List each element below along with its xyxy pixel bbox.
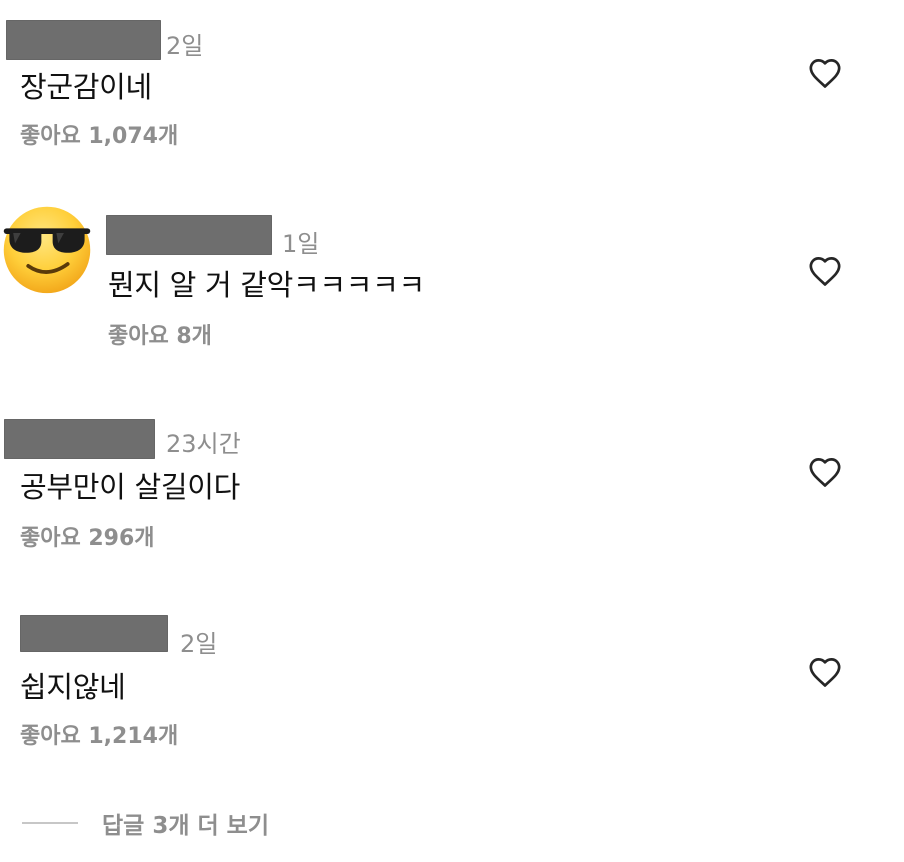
comment-like-count[interactable]: 좋아요 1,074개 bbox=[20, 118, 178, 150]
comment-like-count[interactable]: 좋아요 8개 bbox=[108, 318, 212, 350]
heart-icon[interactable] bbox=[808, 456, 842, 488]
view-more-replies-button[interactable]: 답글 3개 더 보기 bbox=[102, 806, 269, 840]
heart-icon[interactable] bbox=[808, 656, 842, 688]
redacted-username bbox=[4, 419, 155, 459]
sunglasses-emoji-avatar[interactable] bbox=[0, 200, 94, 298]
redacted-username bbox=[20, 615, 168, 652]
comment-like-count[interactable]: 좋아요 1,214개 bbox=[20, 718, 178, 750]
comment-text: 공부만이 살길이다 bbox=[20, 470, 240, 504]
comment-timestamp: 2일 bbox=[166, 32, 204, 60]
comment-text: 쉽지않네 bbox=[20, 670, 126, 704]
redacted-username bbox=[106, 215, 272, 255]
comment-timestamp: 1일 bbox=[282, 230, 320, 258]
comment-timestamp: 23시간 bbox=[166, 430, 241, 458]
redacted-username bbox=[6, 20, 161, 60]
comment-timestamp: 2일 bbox=[180, 630, 218, 658]
comment-text: 뭔지 알 거 같악ㅋㅋㅋㅋㅋ bbox=[108, 268, 425, 302]
heart-icon[interactable] bbox=[808, 255, 842, 287]
reply-divider-line bbox=[22, 822, 78, 824]
comment-text: 장군감이네 bbox=[20, 70, 152, 104]
comment-like-count[interactable]: 좋아요 296개 bbox=[20, 520, 155, 552]
heart-icon[interactable] bbox=[808, 57, 842, 89]
